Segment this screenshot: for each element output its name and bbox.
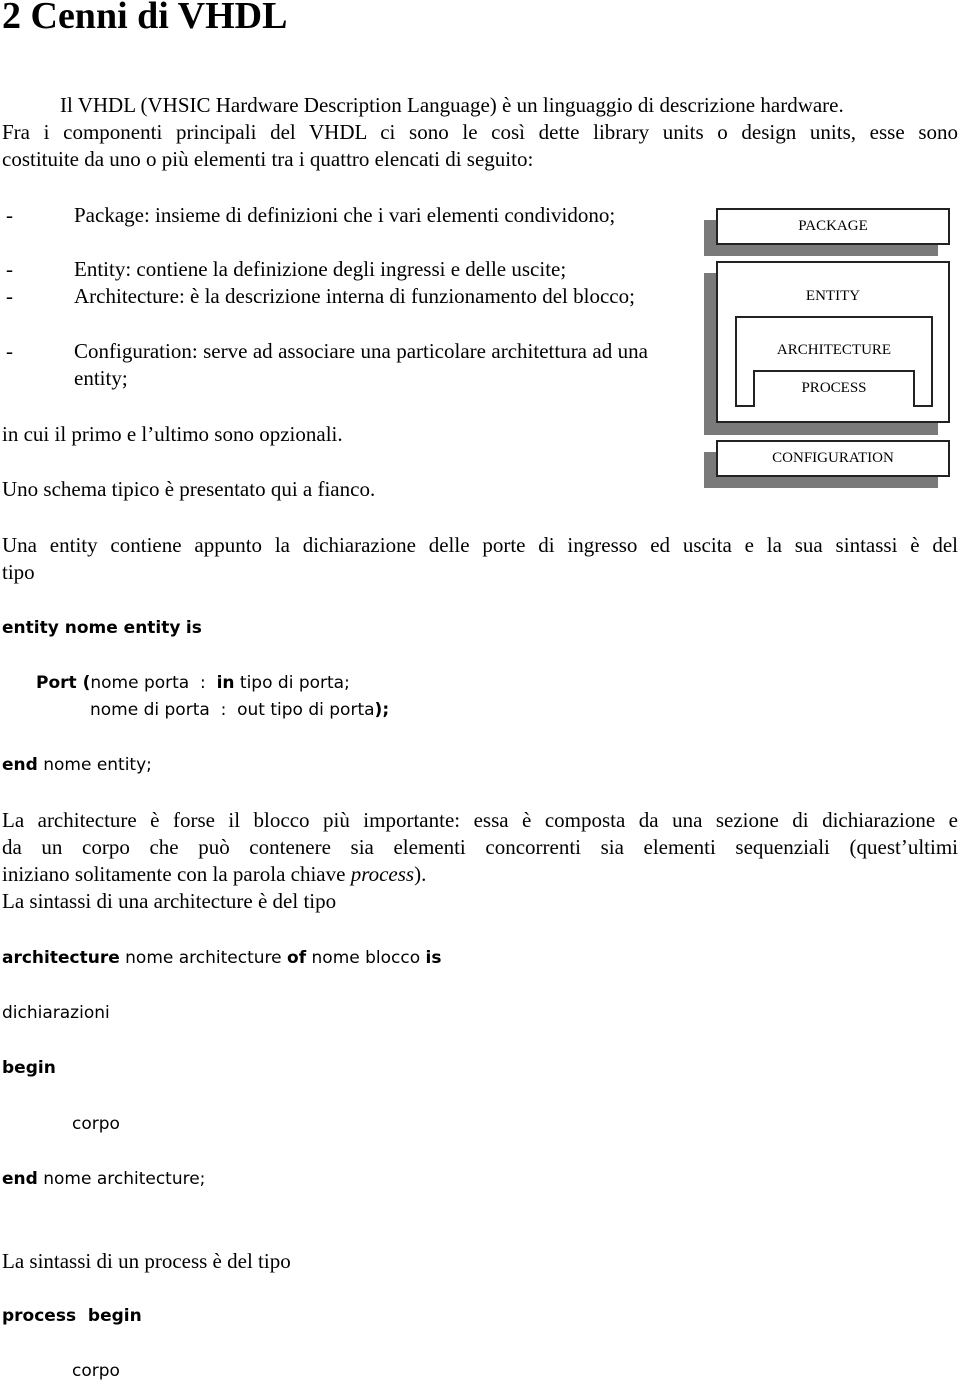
list-dash: - xyxy=(6,203,13,227)
keyword: end xyxy=(2,1169,38,1189)
process-box: PROCESS xyxy=(753,370,915,407)
package-box: PACKAGE xyxy=(716,208,950,245)
keyword: end xyxy=(2,755,38,775)
schema-note: Uno schema tipico è presentato qui a fia… xyxy=(2,477,376,501)
list-dash: - xyxy=(6,284,13,308)
code-text: nome architecture xyxy=(119,948,288,968)
entity-code-line-2: Port (nome porta : in tipo di porta; xyxy=(36,673,350,693)
process-label: PROCESS xyxy=(801,380,867,396)
keyword: entity xyxy=(2,618,59,638)
list-item-configuration: Configuration: serve ad associare una pa… xyxy=(74,339,648,390)
arch-code-line-5: end nome architecture; xyxy=(2,1169,205,1189)
intro-line-2: Fra i componenti principali del VHDL ci … xyxy=(2,120,958,144)
intro-line-1: Il VHDL (VHSIC Hardware Description Lang… xyxy=(60,93,844,117)
code-text: nome porta : xyxy=(90,673,217,693)
architecture-box: ARCHITECTURE PROCESS xyxy=(735,316,933,407)
list-dash: - xyxy=(6,257,13,281)
process-code-line-2: corpo xyxy=(72,1361,120,1381)
code-text: nome architecture; xyxy=(37,1169,206,1189)
keyword: of xyxy=(287,948,307,968)
keyword: architecture xyxy=(2,948,120,968)
code-paren: ); xyxy=(374,700,390,720)
intro-line-3: costituite da uno o più elementi tra i q… xyxy=(2,147,534,171)
keyword: entity xyxy=(123,618,181,638)
keyword: in xyxy=(216,673,235,693)
arch-code-line-2: dichiarazioni xyxy=(2,1003,110,1023)
entity-code-line-4: end nome entity; xyxy=(2,755,152,775)
code-text: nome entity; xyxy=(37,755,152,775)
list-item-package: Package: insieme di definizioni che i va… xyxy=(74,203,616,227)
vhdl-structure-diagram: PACKAGE ENTITY ARCHITECTURE PROCESS CONF… xyxy=(700,200,960,500)
code-text: nome xyxy=(58,618,124,638)
process-para: La sintassi di un process è del tipo xyxy=(2,1249,291,1273)
process-code-line-1: process begin xyxy=(2,1306,142,1326)
entity-para-line-2: tipo xyxy=(2,560,35,584)
architecture-label: ARCHITECTURE xyxy=(776,342,892,358)
arch-para-line-3: iniziano solitamente con la parola chiav… xyxy=(2,861,426,888)
list-dash: - xyxy=(6,339,13,363)
entity-box: ENTITY ARCHITECTURE PROCESS xyxy=(716,261,950,423)
entity-code-line-3: nome di porta : out tipo di porta); xyxy=(90,700,389,720)
arch-code-line-3: begin xyxy=(2,1058,56,1078)
arch-para-line-2: da un corpo che può contenere sia elemen… xyxy=(2,835,958,859)
configuration-label: CONFIGURATION xyxy=(772,450,894,466)
keyword: Port xyxy=(36,673,77,693)
arch-para-line-4: La sintassi di una architecture è del ti… xyxy=(2,889,337,913)
arch-code-line-1: architecture nome architecture of nome b… xyxy=(2,948,441,968)
optional-note: in cui il primo e l’ultimo sono opzional… xyxy=(2,422,343,446)
keyword: is xyxy=(185,618,202,638)
list-item-architecture: Architecture: è la descrizione interna d… xyxy=(74,284,635,308)
text: iniziano solitamente con la parola chiav… xyxy=(2,862,351,886)
code-text: nome blocco xyxy=(306,948,426,968)
italic-keyword: process xyxy=(350,862,415,886)
code-paren: ( xyxy=(76,673,91,693)
list-item-entity: Entity: contiene la definizione degli in… xyxy=(74,257,567,281)
entity-label: ENTITY xyxy=(805,288,861,304)
entity-code-line-1: entity nome entity is xyxy=(2,618,202,638)
code-text: nome di porta : out tipo di porta xyxy=(90,700,375,720)
configuration-box: CONFIGURATION xyxy=(716,440,950,477)
arch-code-line-4: corpo xyxy=(72,1114,120,1134)
design-units-list: - Package: insieme di definizioni che i … xyxy=(0,202,680,402)
code-text: tipo di porta; xyxy=(234,673,350,693)
entity-para-line-1: Una entity contiene appunto la dichiaraz… xyxy=(2,533,958,557)
package-label: PACKAGE xyxy=(798,218,868,234)
keyword: is xyxy=(425,948,442,968)
text: ). xyxy=(414,862,427,886)
section-heading: 2 Cenni di VHDL xyxy=(2,0,288,37)
arch-para-line-1: La architecture è forse il blocco più im… xyxy=(2,808,958,832)
